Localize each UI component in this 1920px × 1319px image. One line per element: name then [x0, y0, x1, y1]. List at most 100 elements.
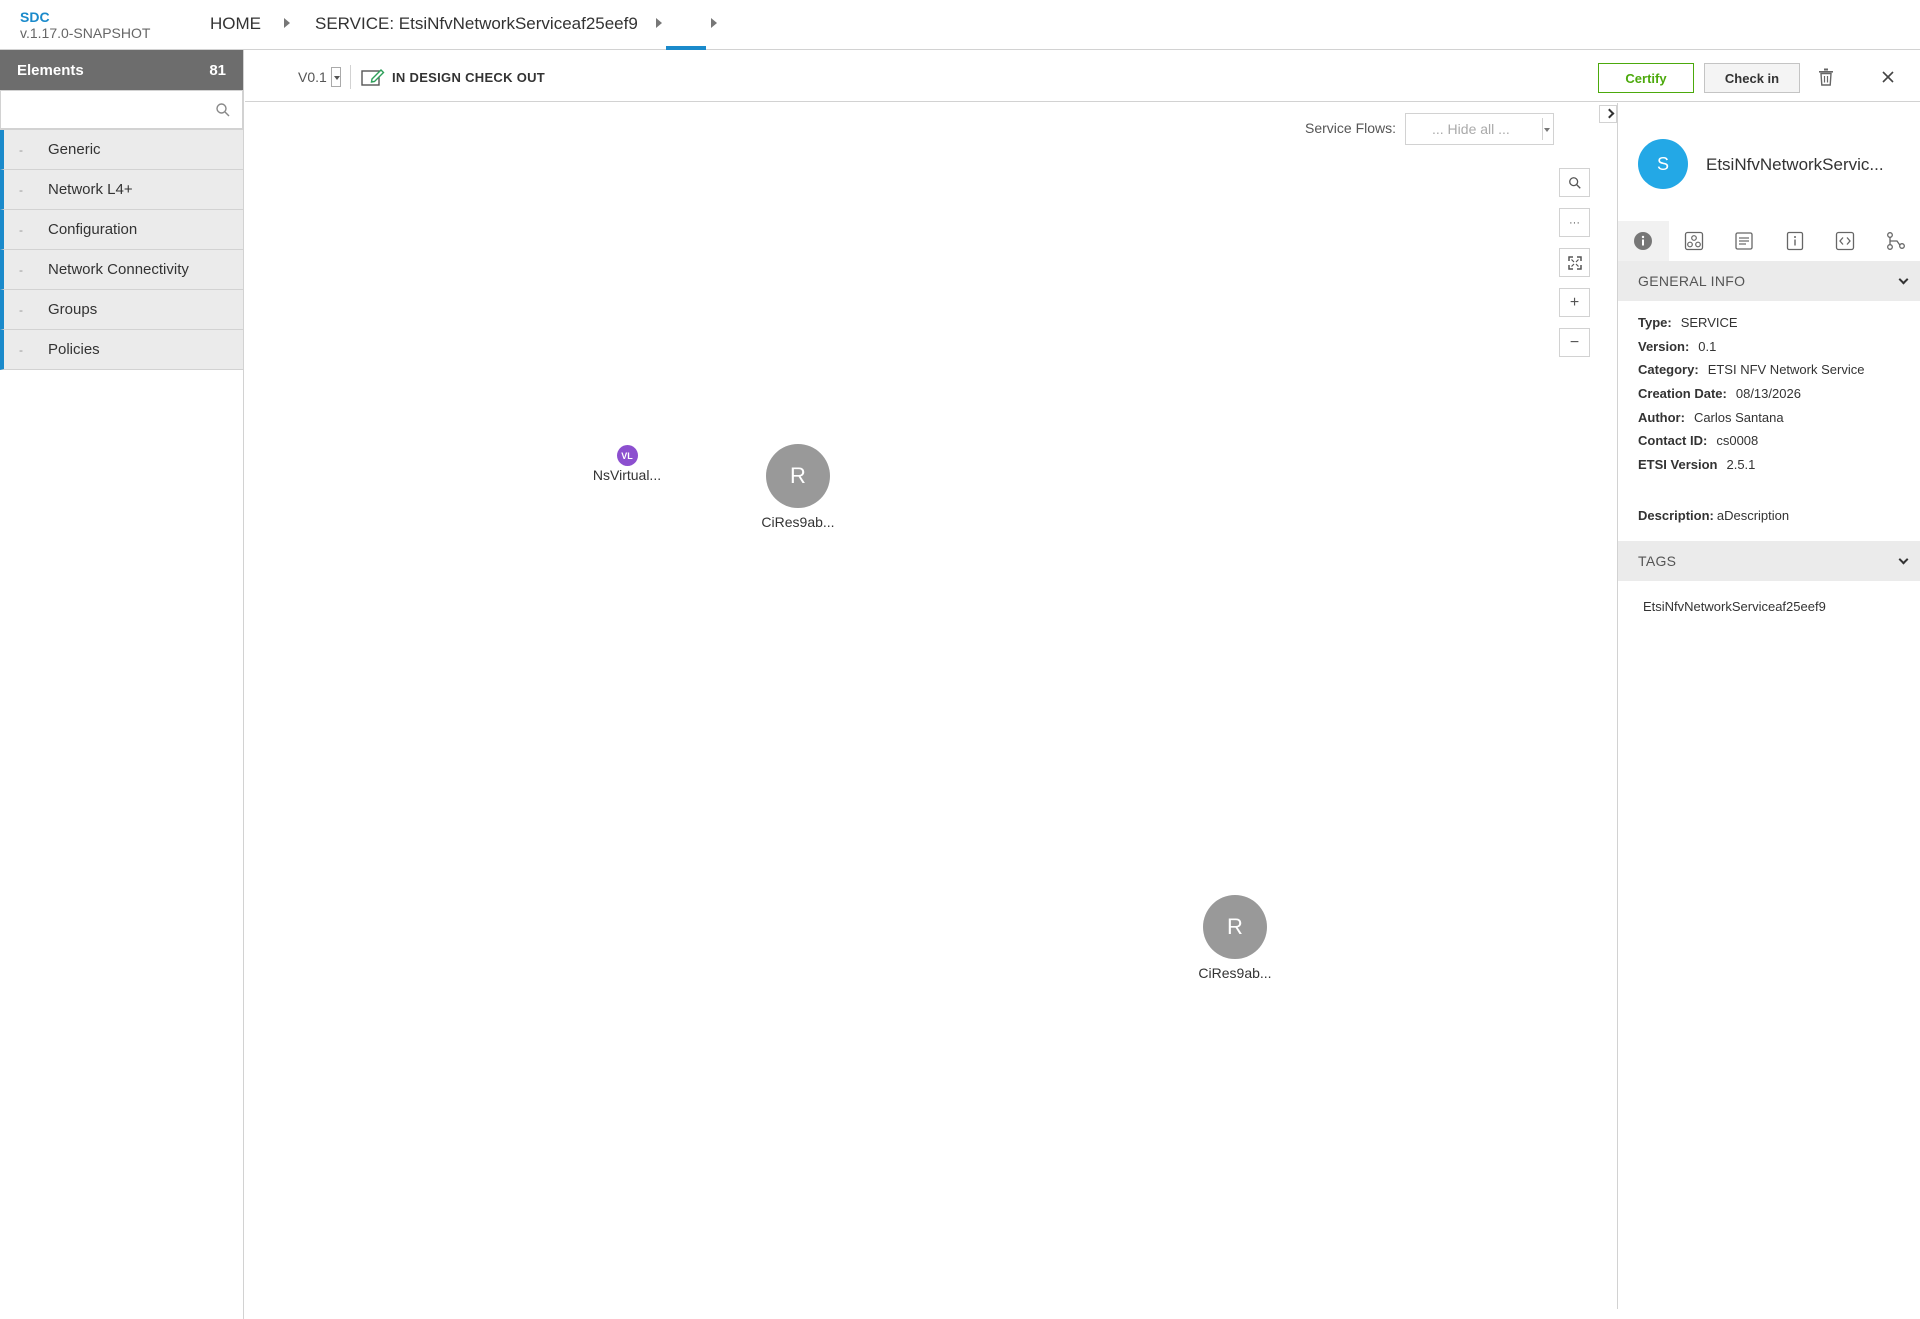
trash-icon[interactable] [1818, 68, 1834, 86]
palette-group-policies[interactable]: - Policies [0, 330, 243, 370]
info-value: aDescription [1716, 508, 1790, 523]
info-key: ETSI Version [1638, 457, 1718, 472]
details-panel: S EtsiNfvNetworkServic... GENERAL INFO T… [1617, 103, 1920, 1309]
service-flows-value: ... Hide all ... [1432, 121, 1510, 137]
info-key: Description: [1638, 508, 1714, 523]
info-key: Type: [1638, 315, 1672, 330]
panel-title: EtsiNfvNetworkServic... [1706, 155, 1884, 174]
general-info-section-header[interactable]: GENERAL INFO [1618, 261, 1920, 301]
palette-group-groups[interactable]: - Groups [0, 290, 243, 330]
canvas-more-button[interactable]: ··· [1559, 208, 1590, 237]
collapse-dash-icon: - [19, 342, 23, 357]
palette-group-generic[interactable]: - Generic [0, 130, 243, 170]
resource-node-icon: R [766, 444, 830, 508]
fit-to-screen-button[interactable] [1559, 248, 1590, 277]
info-icon [1634, 232, 1653, 250]
chevron-down-icon [1898, 274, 1909, 285]
plus-icon: + [1569, 293, 1580, 311]
info-value: ETSI NFV Network Service [1707, 362, 1865, 377]
panel-tabs [1618, 221, 1920, 261]
code-icon [1836, 231, 1855, 251]
minus-icon: − [1569, 333, 1580, 351]
tags-section-header[interactable]: TAGS [1618, 541, 1920, 581]
app-version: v.1.17.0-SNAPSHOT [20, 25, 151, 41]
zoom-out-button[interactable]: − [1559, 328, 1590, 357]
tab-general-info[interactable] [1618, 221, 1669, 261]
version-select[interactable]: V0.1 [298, 69, 327, 85]
document-icon [1735, 232, 1753, 250]
resource-node-icon: R [1203, 895, 1267, 959]
panel-collapse-button[interactable] [1599, 105, 1617, 123]
canvas-node-virtual-link[interactable]: VL NsVirtual... [582, 445, 672, 483]
tab-composition[interactable] [1669, 221, 1720, 261]
canvas-search-button[interactable] [1559, 168, 1590, 197]
app-brand[interactable]: SDC v.1.17.0-SNAPSHOT [20, 9, 150, 41]
info-type: Type: SERVICE [1638, 315, 1738, 330]
info-etsi-version: ETSI Version 2.5.1 [1638, 457, 1755, 472]
info-value: 0.1 [1698, 339, 1717, 354]
info-value: SERVICE [1680, 315, 1738, 330]
composition-icon [1684, 231, 1703, 251]
vl-node-icon: VL [616, 445, 638, 466]
tab-deployment-artifacts[interactable] [1719, 221, 1770, 261]
palette-group-network-l4[interactable]: - Network L4+ [0, 170, 243, 210]
chevron-down-icon [1898, 554, 1909, 565]
elements-palette: Elements 81 - Generic - Network L4+ - Co… [0, 50, 244, 1319]
node-label: CiRes9ab... [761, 514, 835, 530]
close-icon[interactable] [1881, 70, 1895, 84]
tag-item: EtsiNfvNetworkServiceaf25eef9 [1643, 599, 1826, 614]
expand-icon [1567, 255, 1582, 270]
palette-title: Elements [17, 61, 84, 79]
info-description: Description: aDescription [1638, 508, 1789, 523]
palette-group-label: Network L4+ [48, 181, 133, 198]
palette-group-network-connectivity[interactable]: - Network Connectivity [0, 250, 243, 290]
palette-count: 81 [209, 61, 226, 79]
palette-group-configuration[interactable]: - Configuration [0, 210, 243, 250]
collapse-dash-icon: - [19, 302, 23, 317]
info-value: 2.5.1 [1726, 457, 1756, 472]
version-dropdown-icon[interactable] [331, 67, 341, 87]
section-title: GENERAL INFO [1638, 273, 1746, 289]
service-flows-select[interactable]: ... Hide all ... [1405, 113, 1554, 145]
check-in-button[interactable]: Check in [1704, 63, 1800, 93]
top-bar: SDC v.1.17.0-SNAPSHOT HOME SERVICE: Etsi… [0, 0, 1920, 50]
info-key: Category: [1638, 362, 1699, 377]
palette-group-label: Generic [48, 141, 101, 158]
tab-properties[interactable] [1770, 221, 1821, 261]
info-category: Category: ETSI NFV Network Service [1638, 362, 1864, 377]
breadcrumb-service[interactable]: SERVICE: EtsiNfvNetworkServiceaf25eef9 [315, 14, 638, 34]
palette-group-label: Network Connectivity [48, 261, 189, 278]
palette-header: Elements 81 [0, 50, 243, 90]
collapse-dash-icon: - [19, 262, 23, 277]
app-name: SDC [20, 9, 50, 25]
collapse-dash-icon: - [19, 222, 23, 237]
palette-search [0, 90, 243, 130]
composition-canvas[interactable]: Service Flows: ... Hide all ... ··· + − … [245, 103, 1617, 1309]
checkout-edit-icon [361, 69, 385, 86]
palette-group-label: Groups [48, 301, 98, 318]
info-creation-date: Creation Date: 08/13/2026 [1638, 386, 1801, 401]
search-icon[interactable] [215, 102, 231, 118]
certify-button[interactable]: Certify [1598, 63, 1694, 93]
canvas-node-resource[interactable]: R CiRes9ab... [1190, 895, 1280, 981]
select-divider [1542, 118, 1543, 140]
canvas-node-resource[interactable]: R CiRes9ab... [753, 444, 843, 530]
collapse-dash-icon: - [19, 142, 23, 157]
breadcrumb-home[interactable]: HOME [210, 14, 261, 34]
info-contact-id: Contact ID: cs0008 [1638, 433, 1758, 448]
palette-search-input[interactable] [0, 90, 243, 129]
tab-api[interactable] [1820, 221, 1871, 261]
more-icon: ··· [1569, 216, 1580, 229]
toolbar-divider [350, 65, 351, 89]
section-title: TAGS [1638, 553, 1677, 569]
palette-group-label: Configuration [48, 221, 138, 238]
workspace-toolbar: V0.1 IN DESIGN CHECK OUT Certify Check i… [245, 50, 1920, 102]
breadcrumb-arrow-icon[interactable] [284, 18, 290, 28]
breadcrumb-arrow-icon[interactable] [711, 18, 717, 28]
search-icon [1568, 176, 1581, 189]
breadcrumb-arrow-icon[interactable] [656, 18, 662, 28]
node-label: CiRes9ab... [1198, 965, 1272, 981]
info-version: Version: 0.1 [1638, 339, 1716, 354]
tab-relations[interactable] [1871, 221, 1920, 261]
zoom-in-button[interactable]: + [1559, 288, 1590, 317]
